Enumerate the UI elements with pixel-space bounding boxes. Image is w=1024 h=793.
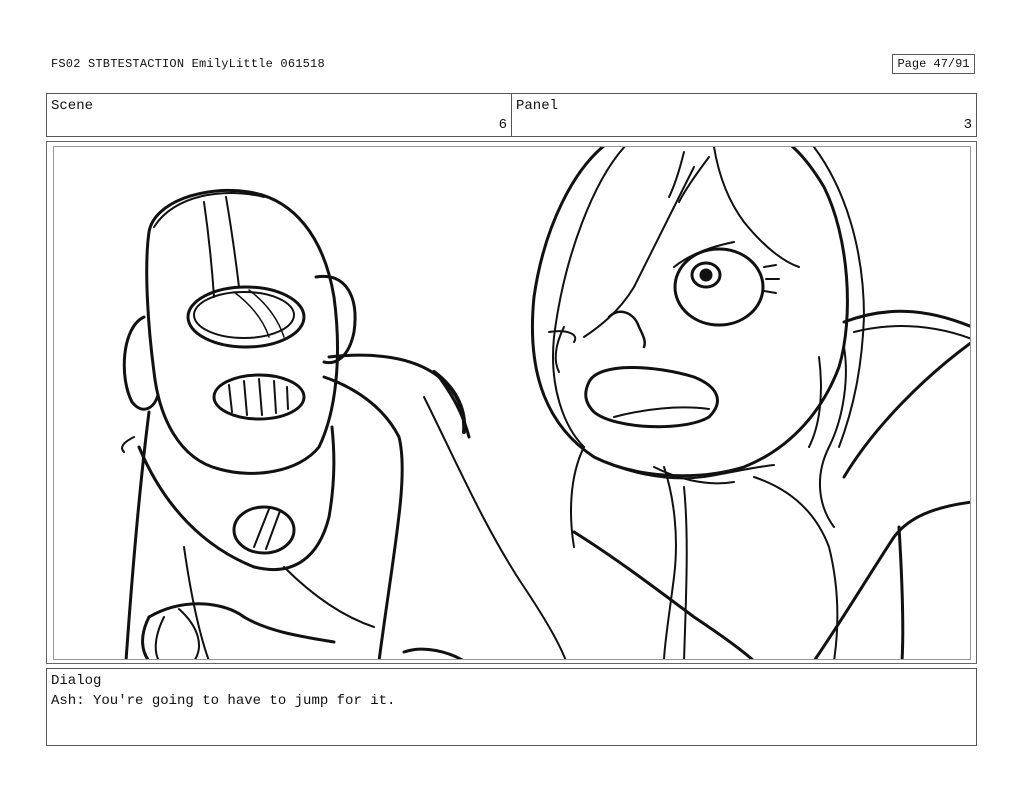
panel-cell: Panel 3: [512, 94, 976, 136]
masked-character-sketch: [121, 188, 567, 659]
dialog-label: Dialog: [51, 673, 102, 689]
girl-character-sketch: [530, 147, 970, 659]
storyboard-title: FS02 STBTESTACTION EmilyLittle 061518: [51, 57, 325, 71]
scene-number: 6: [498, 117, 507, 133]
storyboard-sketch: [121, 147, 970, 659]
storyboard-frame: [53, 146, 971, 660]
panel-number: 3: [963, 117, 972, 133]
scene-label: Scene: [51, 98, 94, 114]
scene-panel-row: Scene 6 Panel 3: [46, 93, 977, 137]
dialog-text: Ash: You're going to have to jump for it…: [51, 693, 396, 709]
page-number: Page 47/91: [892, 54, 975, 74]
panel-label: Panel: [516, 98, 559, 114]
scene-cell: Scene 6: [47, 94, 512, 136]
dialog-box: Dialog Ash: You're going to have to jump…: [46, 668, 977, 746]
